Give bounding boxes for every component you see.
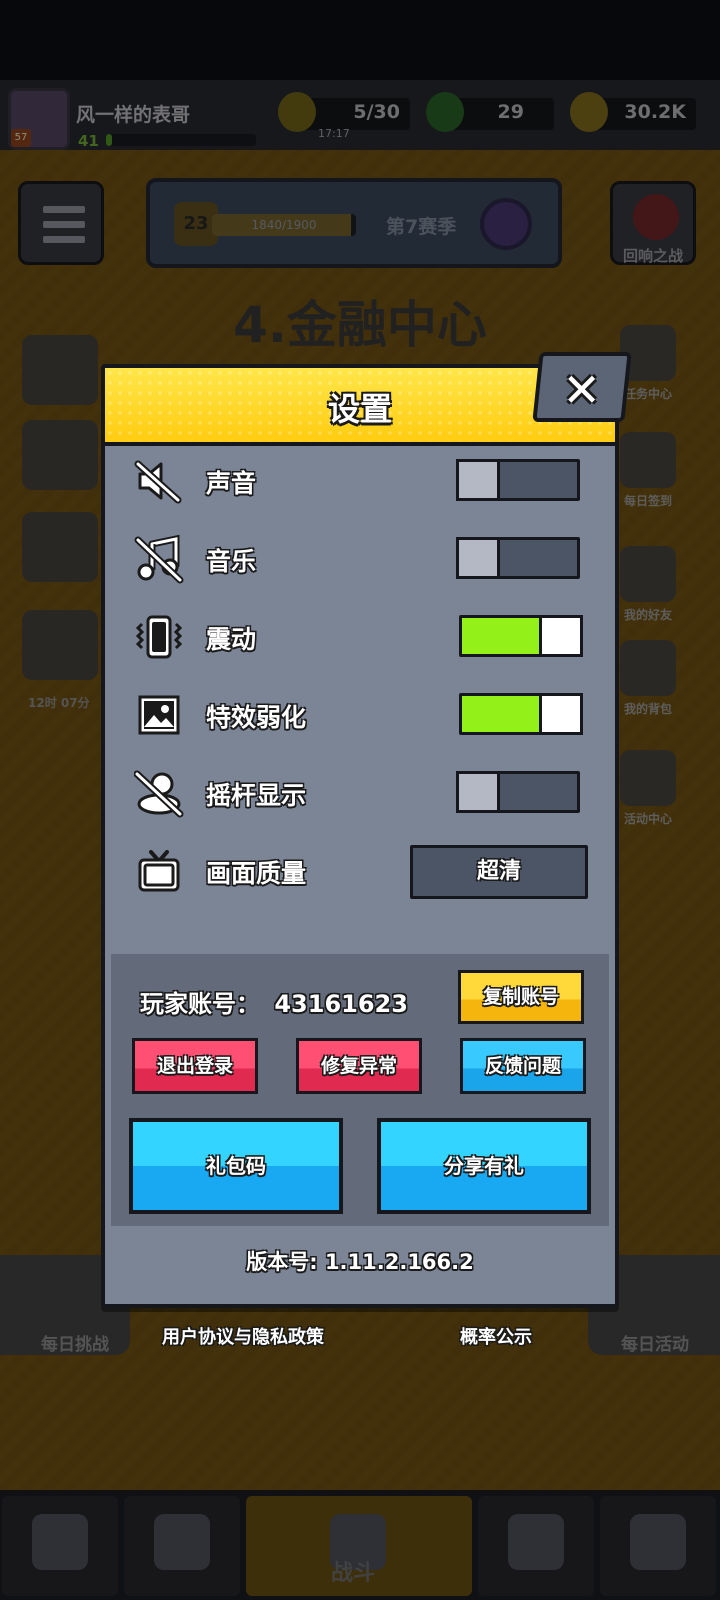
copy-account-button[interactable]: 复制账号	[458, 970, 584, 1024]
version-text: 版本号: 1.11.2.166.2	[246, 1250, 474, 1274]
music-toggle[interactable]	[456, 537, 580, 579]
user-agreement-link[interactable]: 用户协议与隐私政策	[162, 1323, 324, 1349]
image-icon	[134, 690, 184, 740]
share-gift-button[interactable]: 分享有礼	[377, 1118, 591, 1214]
setting-label-sound: 声音	[206, 469, 257, 498]
tv-icon	[134, 846, 184, 896]
music-muted-icon	[134, 534, 184, 584]
gift-code-button[interactable]: 礼包码	[129, 1118, 343, 1214]
setting-label-effects: 特效弱化	[206, 703, 307, 732]
vibration-toggle[interactable]	[459, 615, 583, 657]
sound-muted-icon	[134, 456, 184, 506]
setting-label-joystick: 摇杆显示	[206, 781, 307, 810]
account-id-value: 43161623	[274, 990, 408, 1018]
account-id-row: 玩家账号： 43161623	[140, 984, 408, 1019]
quality-select-button[interactable]: 超清	[410, 845, 588, 899]
logout-button[interactable]: 退出登录	[132, 1038, 258, 1094]
setting-label-vibration: 震动	[206, 625, 257, 654]
feedback-button[interactable]: 反馈问题	[460, 1038, 586, 1094]
close-icon: ✕	[562, 363, 601, 417]
close-button[interactable]: ✕	[532, 352, 632, 422]
joystick-hidden-icon	[134, 768, 184, 818]
repair-button[interactable]: 修复异常	[296, 1038, 422, 1094]
vibration-icon	[134, 612, 184, 662]
effects-toggle[interactable]	[459, 693, 583, 735]
account-id-label: 玩家账号：	[140, 990, 260, 1018]
setting-label-quality: 画面质量	[206, 859, 307, 888]
sound-toggle[interactable]	[456, 459, 580, 501]
setting-label-music: 音乐	[206, 547, 257, 576]
probability-link[interactable]: 概率公示	[460, 1323, 532, 1349]
joystick-toggle[interactable]	[456, 771, 580, 813]
